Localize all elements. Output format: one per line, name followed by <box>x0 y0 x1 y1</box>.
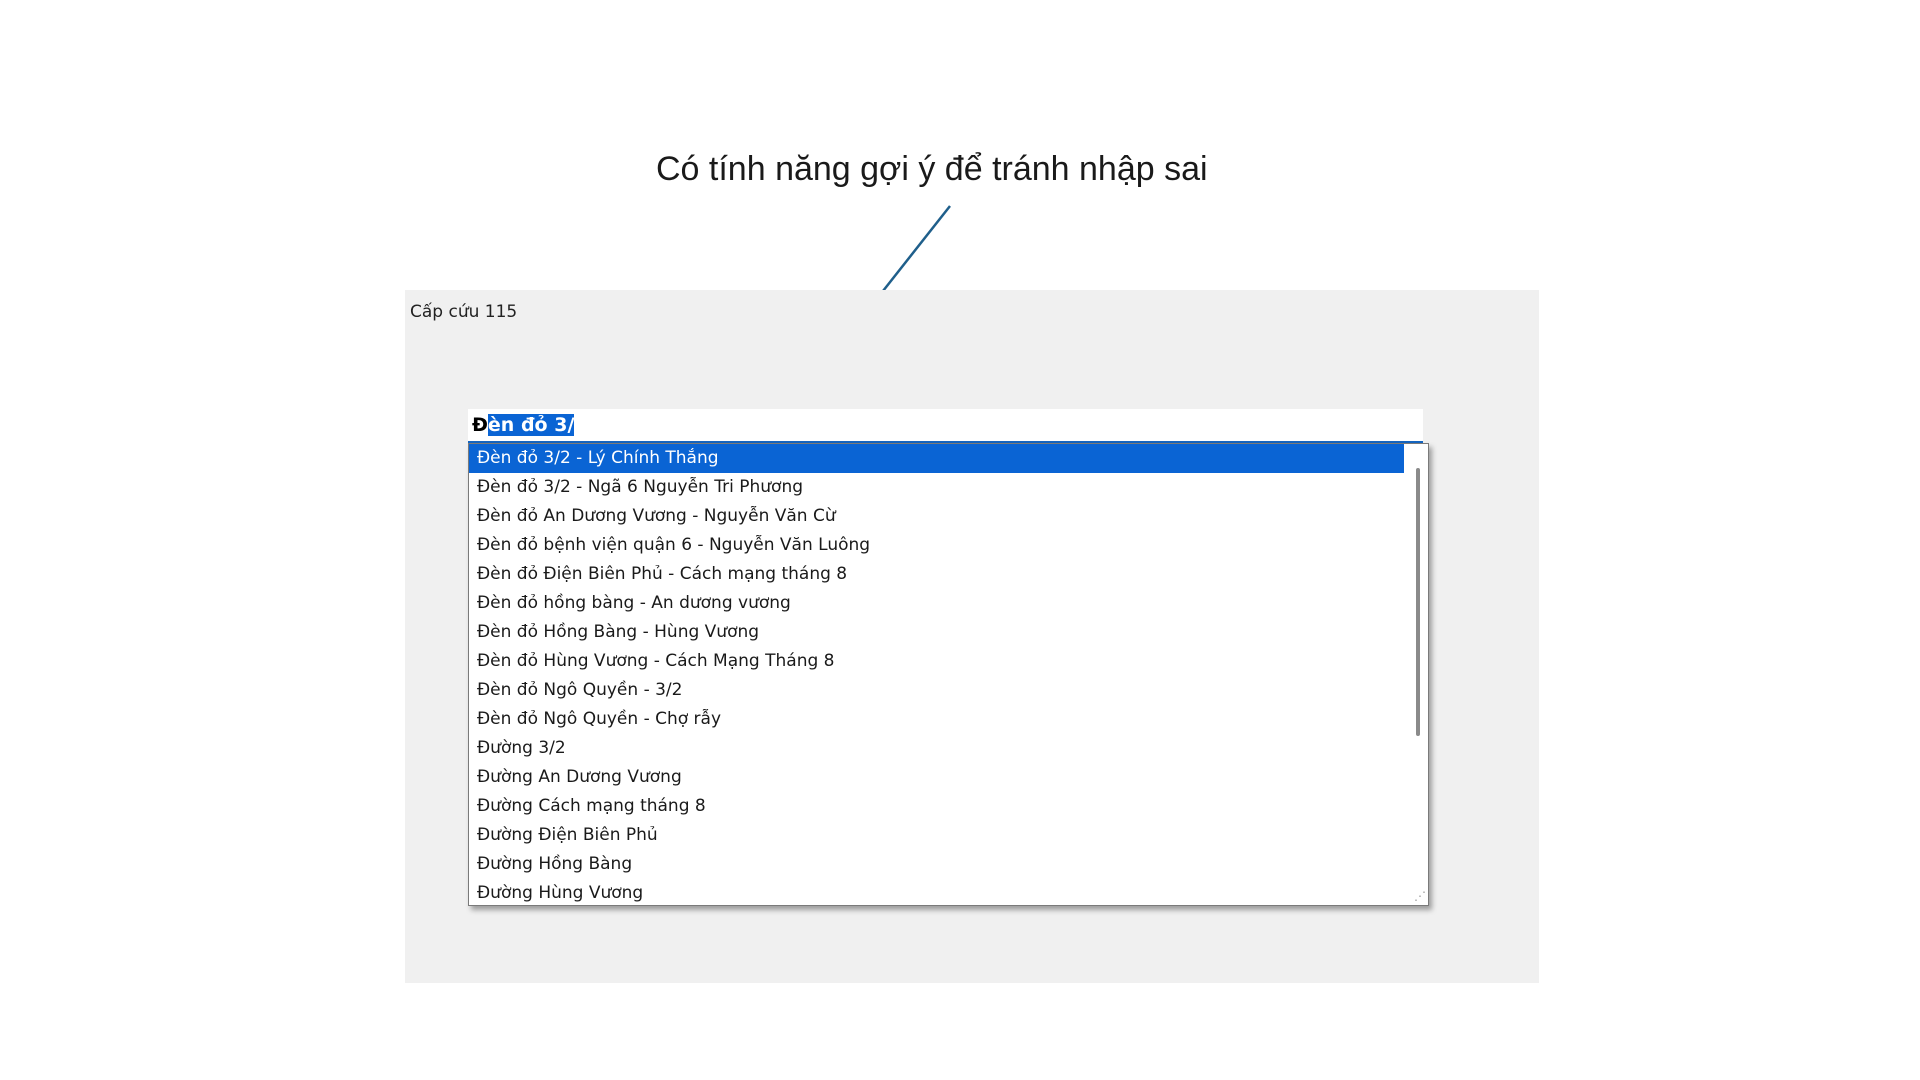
suggestion-item[interactable]: Đường Hùng Vương <box>469 879 1404 905</box>
dropdown-scrollbar[interactable] <box>1406 444 1428 905</box>
resize-grip-icon[interactable]: ⋰ <box>1412 889 1426 903</box>
suggestion-item[interactable]: Đèn đỏ 3/2 - Lý Chính Thắng <box>469 444 1404 473</box>
suggestion-item[interactable]: Đèn đỏ Ngô Quyền - Chợ rẫy <box>469 705 1404 734</box>
suggestion-item[interactable]: Đèn đỏ An Dương Vương - Nguyễn Văn Cừ <box>469 502 1404 531</box>
suggestion-item[interactable]: Đèn đỏ hồng bàng - An dương vương <box>469 589 1404 618</box>
suggestion-item[interactable]: Đường Điện Biên Phủ <box>469 821 1404 850</box>
location-combobox-input[interactable]: Đèn đỏ 3/ <box>468 409 1423 441</box>
autocomplete-suggestion-text: èn đỏ 3/ <box>487 414 575 436</box>
suggestion-item[interactable]: Đường Hồng Bàng <box>469 850 1404 879</box>
suggestion-item[interactable]: Đường An Dương Vương <box>469 763 1404 792</box>
form-title: Cấp cứu 115 <box>410 302 518 322</box>
suggestion-item[interactable]: Đèn đỏ Điện Biên Phủ - Cách mạng tháng 8 <box>469 560 1404 589</box>
suggestion-item[interactable]: Đèn đỏ 3/2 - Ngã 6 Nguyễn Tri Phương <box>469 473 1404 502</box>
form-window: Cấp cứu 115 Đèn đỏ 3/ Đèn đỏ 3/2 - Lý Ch… <box>405 290 1539 983</box>
suggestion-item[interactable]: Đèn đỏ Hồng Bàng - Hùng Vương <box>469 618 1404 647</box>
typed-text: Đ <box>472 414 488 436</box>
autocomplete-dropdown[interactable]: Đèn đỏ 3/2 - Lý Chính Thắng Đèn đỏ 3/2 - … <box>468 443 1429 906</box>
annotation-caption: Có tính năng gợi ý để tránh nhập sai <box>656 150 1208 188</box>
slide: Có tính năng gợi ý để tránh nhập sai Cấp… <box>0 0 1920 1080</box>
suggestion-item[interactable]: Đèn đỏ Hùng Vương - Cách Mạng Tháng 8 <box>469 647 1404 676</box>
suggestion-item[interactable]: Đèn đỏ Ngô Quyền - 3/2 <box>469 676 1404 705</box>
suggestion-item[interactable]: Đường Cách mạng tháng 8 <box>469 792 1404 821</box>
scrollbar-thumb[interactable] <box>1416 468 1420 736</box>
suggestion-item[interactable]: Đèn đỏ bệnh viện quận 6 - Nguyễn Văn Luô… <box>469 531 1404 560</box>
suggestion-item[interactable]: Đường 3/2 <box>469 734 1404 763</box>
suggestion-list: Đèn đỏ 3/2 - Lý Chính Thắng Đèn đỏ 3/2 - … <box>469 444 1404 905</box>
